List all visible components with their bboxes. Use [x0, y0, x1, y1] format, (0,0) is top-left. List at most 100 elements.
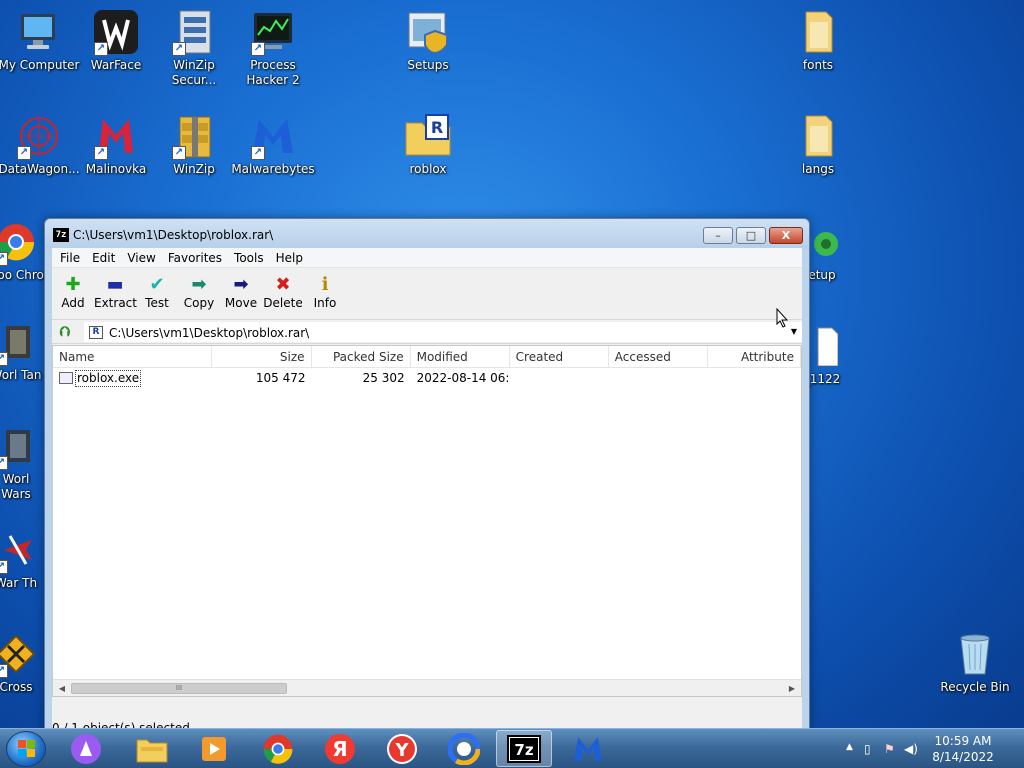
maximize-button[interactable]: □ — [736, 227, 766, 244]
war-thunder-icon: ↗ — [0, 526, 40, 574]
window-title: C:\Users\vm1\Desktop\roblox.rar\ — [73, 228, 274, 242]
clock-time: 10:59 AM — [934, 734, 992, 748]
table-row[interactable]: roblox.exe 105 472 25 302 2022-08-14 06:… — [53, 368, 801, 388]
desktop-icon-label: Recycle Bin — [940, 680, 1010, 694]
desktop-icon-label: WinZip — [173, 162, 215, 176]
system-tray: ▲ ▯ ⚑ ◀) 10:59 AM 8/14/2022 — [834, 729, 1024, 768]
desktop-icon-label: WinZip Secur... — [171, 58, 217, 87]
taskbar-yandex[interactable]: Я — [312, 730, 368, 767]
taskbar-yandex-browser[interactable]: Y — [374, 730, 430, 767]
desktop-icon-fonts[interactable]: fonts — [776, 8, 860, 73]
archive-window[interactable]: 7z C:\Users\vm1\Desktop\roblox.rar\ – □ … — [44, 218, 810, 732]
folder-icon — [794, 8, 842, 56]
show-hidden-icons-icon[interactable]: ▲ — [846, 742, 853, 752]
desktop-icon-winzip[interactable]: ↗ WinZip — [152, 112, 236, 177]
row-accessed — [609, 368, 708, 388]
windows-logo-icon — [18, 740, 36, 758]
desktop-icon-recycle-bin[interactable]: Recycle Bin — [933, 630, 1017, 695]
scroll-thumb[interactable]: III — [71, 683, 287, 694]
taskbar-7zip[interactable]: 7z — [496, 730, 552, 767]
chevron-down-icon[interactable]: ▼ — [791, 327, 797, 336]
list-header: Name Size Packed Size Modified Created A… — [53, 346, 801, 368]
add-label: Add — [61, 296, 85, 310]
desktop-icon-label: Process Hacker 2 — [246, 58, 300, 87]
close-button[interactable]: X — [769, 227, 803, 244]
desktop-icon-label: Goo Chro — [0, 268, 44, 282]
desktop-icon-warface[interactable]: ↗ WarFace — [74, 8, 158, 73]
desktop-icon-google-chrome[interactable]: ↗ Goo Chro — [0, 218, 46, 283]
minus-icon: ▬ — [106, 273, 124, 295]
info-label: Info — [313, 296, 337, 310]
process-hacker-icon: ↗ — [249, 8, 297, 56]
desktop-icon-winzip-secure[interactable]: ↗ WinZip Secur... — [152, 8, 236, 88]
copy-button[interactable]: ➡ Copy — [178, 268, 220, 319]
window-titlebar[interactable]: 7z C:\Users\vm1\Desktop\roblox.rar\ – □ … — [45, 219, 809, 249]
minimize-button[interactable]: – — [703, 227, 733, 244]
column-attributes[interactable]: Attribute — [708, 346, 801, 367]
file-list[interactable]: Name Size Packed Size Modified Created A… — [52, 345, 802, 697]
menu-file[interactable]: File — [54, 251, 86, 265]
menu-edit[interactable]: Edit — [86, 251, 121, 265]
shortcut-arrow-icon: ↗ — [251, 146, 265, 160]
desktop-icon-world-of-tanks[interactable]: ↗ Worl Tan — [0, 318, 46, 383]
desktop-icon-label: Worl Wars — [1, 472, 31, 501]
taskbar-explorer[interactable] — [124, 730, 180, 767]
add-button[interactable]: ✚ Add — [52, 268, 94, 319]
horizontal-scrollbar[interactable]: ◀ III ▶ — [53, 679, 801, 696]
delete-button[interactable]: ✖ Delete — [262, 268, 304, 319]
extract-button[interactable]: ▬ Extract — [94, 268, 137, 319]
desktop-icon-my-computer[interactable]: My Computer — [0, 8, 81, 73]
action-center-icon[interactable]: ⚑ — [884, 742, 895, 756]
address-field[interactable]: R C:\Users\vm1\Desktop\roblox.rar\ ▼ — [84, 322, 802, 342]
start-button[interactable] — [6, 731, 46, 767]
desktop-icon-datawagon[interactable]: ↗ DataWagon... — [0, 112, 81, 177]
desktop-icon-war-thunder[interactable]: ↗ War Th — [0, 526, 46, 591]
desktop-icon-label: Setups — [407, 58, 449, 72]
menu-favorites[interactable]: Favorites — [162, 251, 228, 265]
shortcut-arrow-icon: ↗ — [0, 664, 8, 678]
media-player-icon — [202, 736, 226, 761]
desktop-icon-malinovka[interactable]: ↗ Malinovka — [74, 112, 158, 177]
shortcut-arrow-icon: ↗ — [0, 560, 8, 574]
desktop-icon-process-hacker[interactable]: ↗ Process Hacker 2 — [231, 8, 315, 88]
move-button[interactable]: ➡ Move — [220, 268, 262, 319]
network-icon[interactable]: ▯ — [864, 742, 871, 756]
desktop-icon-setups[interactable]: Setups — [386, 8, 470, 73]
menu-tools[interactable]: Tools — [228, 251, 270, 265]
desktop-icon-crossout[interactable]: ↗ Cross — [0, 630, 46, 695]
menu-help[interactable]: Help — [270, 251, 309, 265]
column-packed-size[interactable]: Packed Size — [312, 346, 411, 367]
taskbar-malwarebytes[interactable] — [560, 730, 616, 767]
exe-file-icon — [59, 372, 73, 384]
taskbar-media-player[interactable] — [186, 730, 242, 767]
desktop-icon-label: WarFace — [90, 58, 142, 72]
column-modified[interactable]: Modified — [411, 346, 510, 367]
clock-date: 8/14/2022 — [932, 750, 994, 764]
browser-ring-icon — [448, 732, 480, 765]
test-button[interactable]: ✔ Test — [136, 268, 178, 319]
info-button[interactable]: ℹ Info — [304, 268, 346, 319]
desktop-icon-malwarebytes[interactable]: ↗ Malwarebytes — [231, 112, 315, 177]
column-name[interactable]: Name — [53, 346, 213, 367]
clock[interactable]: 10:59 AM 8/14/2022 — [928, 733, 998, 765]
seven-zip-app-icon: 7z — [53, 228, 69, 242]
setup-shield-icon — [404, 8, 452, 56]
column-created[interactable]: Created — [510, 346, 609, 367]
taskbar-chrome[interactable] — [250, 730, 306, 767]
column-accessed[interactable]: Accessed — [609, 346, 708, 367]
taskbar-alice[interactable] — [58, 730, 114, 767]
desktop-icon-langs[interactable]: langs — [776, 112, 860, 177]
taskbar-opera-gx[interactable] — [436, 730, 492, 767]
column-size[interactable]: Size — [212, 346, 312, 367]
up-folder-icon[interactable]: ⮉ — [56, 323, 74, 341]
desktop-icon-roblox[interactable]: R roblox — [386, 112, 470, 177]
row-created — [510, 368, 609, 388]
chrome-icon — [263, 734, 293, 764]
scroll-left-icon[interactable]: ◀ — [55, 682, 69, 695]
plus-icon: ✚ — [65, 273, 81, 295]
menu-bar: File Edit View Favorites Tools Help — [52, 248, 802, 268]
scroll-right-icon[interactable]: ▶ — [785, 682, 799, 695]
volume-icon[interactable]: ◀) — [904, 742, 918, 756]
desktop-icon-world-of-warships[interactable]: ↗ Worl Wars — [0, 422, 46, 502]
menu-view[interactable]: View — [121, 251, 161, 265]
